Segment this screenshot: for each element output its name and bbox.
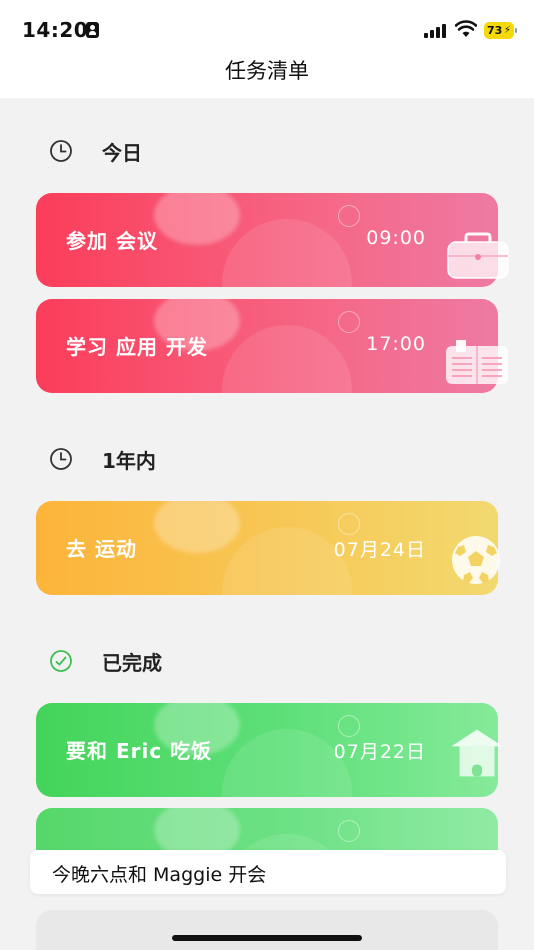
task-card-faded: [36, 910, 498, 950]
task-label: 参加 会议: [66, 229, 158, 253]
section-title: 今日: [102, 140, 142, 165]
section-title: 1年内: [102, 448, 156, 473]
contact-card-icon: [86, 22, 99, 38]
task-card-sport[interactable]: 去 运动 07月24日: [36, 501, 498, 595]
task-time: 07月22日: [333, 741, 426, 763]
wifi-icon: [455, 20, 477, 37]
house-icon: [451, 729, 503, 777]
battery-icon: 73 ⚡: [484, 22, 517, 39]
clock-icon: [50, 448, 72, 470]
section-title: 已完成: [102, 650, 162, 675]
task-label: 学习 应用 开发: [66, 335, 208, 359]
suggestion-text: 今晚六点和 Maggie 开会: [52, 864, 267, 886]
soccer-ball-icon: [452, 536, 500, 584]
section-header-done: 已完成: [48, 646, 162, 676]
home-indicator: [172, 935, 362, 941]
check-circle-icon: [50, 650, 72, 672]
section-header-today: 今日: [48, 136, 142, 166]
battery-level: 73: [487, 24, 503, 37]
clock-icon: [50, 140, 72, 162]
status-bar: 14:20 73 ⚡: [0, 0, 534, 56]
suggestion-bar[interactable]: 今晚六点和 Maggie 开会: [30, 850, 506, 894]
task-time: 07月24日: [333, 539, 426, 561]
task-card-dinner[interactable]: 要和 Eric 吃饭 07月22日: [36, 703, 498, 797]
task-card-meeting[interactable]: 参加 会议 09:00: [36, 193, 498, 287]
task-time: 17:00: [366, 333, 426, 355]
nav-bar: 任务清单: [0, 56, 534, 98]
task-label: 去 运动: [66, 537, 137, 561]
page-title: 任务清单: [225, 59, 309, 83]
section-header-year: 1年内: [48, 444, 156, 474]
task-label: 要和 Eric 吃饭: [66, 739, 213, 763]
task-time: 09:00: [366, 227, 426, 249]
status-time: 14:20: [22, 18, 89, 42]
task-card-study[interactable]: 学习 应用 开发 17:00: [36, 299, 498, 393]
book-icon: [446, 340, 508, 384]
briefcase-icon: [447, 232, 509, 279]
cellular-signal-icon: [424, 22, 448, 38]
